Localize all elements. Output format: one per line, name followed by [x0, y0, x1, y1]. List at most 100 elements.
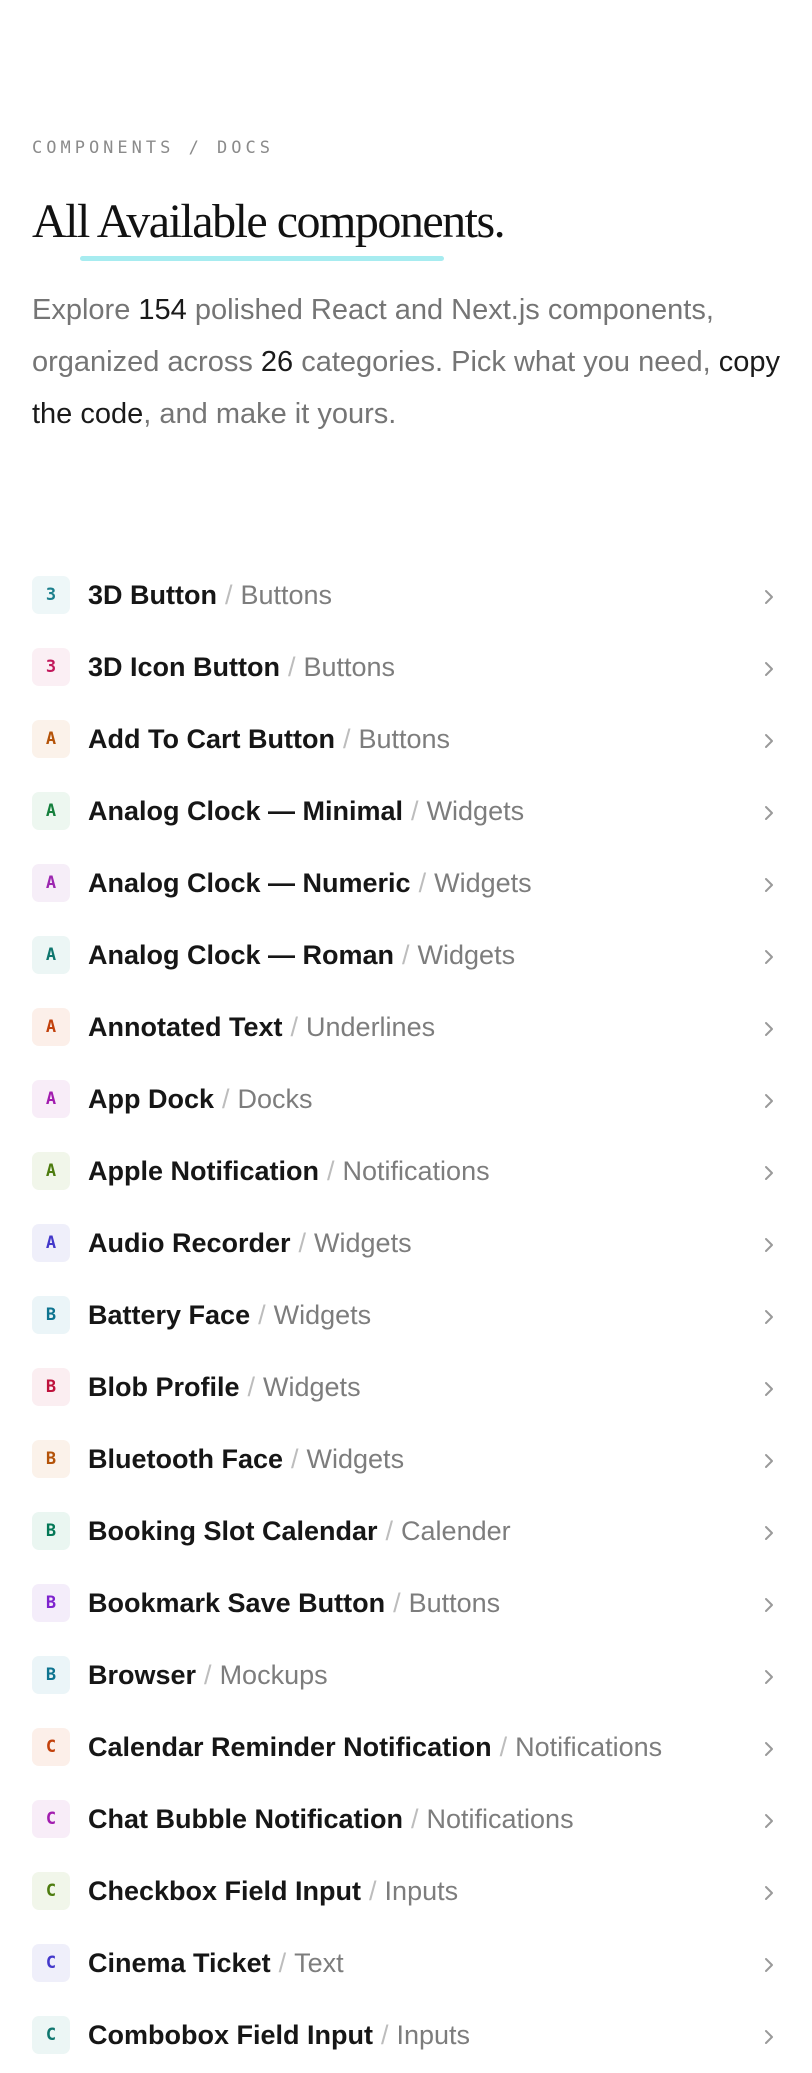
- component-row[interactable]: B Blob Profile / Widgets: [0, 1352, 812, 1424]
- component-name: Bluetooth Face: [88, 1444, 284, 1474]
- title-highlight: [80, 256, 444, 261]
- component-row[interactable]: C Chat Bubble Notification / Notifications: [0, 1784, 812, 1856]
- component-category: Widgets: [273, 1300, 372, 1330]
- component-label: Analog Clock — Minimal / Widgets: [88, 795, 524, 827]
- category-separator: /: [411, 796, 419, 826]
- component-initial-badge: A: [32, 1152, 70, 1190]
- component-row[interactable]: B Battery Face / Widgets: [0, 1280, 812, 1352]
- component-initial-badge: C: [32, 1944, 70, 1982]
- component-name: Checkbox Field Input: [88, 1876, 362, 1906]
- component-row[interactable]: A Analog Clock — Roman / Widgets: [0, 920, 812, 992]
- component-category: Widgets: [306, 1444, 405, 1474]
- component-name: Apple Notification: [88, 1156, 319, 1186]
- component-row[interactable]: 3 3D Icon Button / Buttons: [0, 632, 812, 704]
- intro-text-1: Explore: [32, 294, 139, 326]
- chevron-right-icon: [765, 1238, 773, 1252]
- component-initial-badge: A: [32, 720, 70, 758]
- chevron-right-icon: [765, 1022, 773, 1036]
- component-initial-badge: B: [32, 1440, 70, 1478]
- category-separator: /: [258, 1300, 266, 1330]
- component-label: Analog Clock — Roman / Widgets: [88, 939, 515, 971]
- intro-text-4: , and make it yours.: [143, 398, 397, 430]
- component-row[interactable]: C Calendar Reminder Notification / Notifica…: [0, 1712, 812, 1784]
- component-row[interactable]: C Checkbox Field Input / Inputs: [0, 1856, 812, 1928]
- category-separator: /: [385, 1516, 394, 1546]
- category-separator: /: [291, 1444, 299, 1474]
- component-row[interactable]: A Apple Notification / Notifications: [0, 1136, 812, 1208]
- chevron-right-icon: [765, 1958, 773, 1972]
- component-row[interactable]: C Combobox Field Input / Inputs: [0, 2000, 812, 2072]
- component-name: Analog Clock — Roman: [88, 940, 395, 970]
- chevron-right-icon: [765, 1166, 773, 1180]
- category-separator: /: [204, 1660, 212, 1690]
- component-initial-badge: 3: [32, 648, 70, 686]
- component-row[interactable]: A Add To Cart Button / Buttons: [0, 704, 812, 776]
- component-name: Browser: [88, 1660, 197, 1690]
- component-initial-badge: C: [32, 1872, 70, 1910]
- component-row[interactable]: A App Dock / Docks: [0, 1064, 812, 1136]
- component-category: Widgets: [426, 796, 525, 826]
- chevron-right-icon: [765, 950, 773, 964]
- intro-paragraph: Explore 154 polished React and Next.js c…: [32, 284, 792, 440]
- chevron-right-icon: [765, 662, 773, 676]
- component-row[interactable]: A Audio Recorder / Widgets: [0, 1208, 812, 1280]
- component-row[interactable]: A Annotated Text / Underlines: [0, 992, 812, 1064]
- component-label: Bluetooth Face / Widgets: [88, 1443, 404, 1475]
- breadcrumb: COMPONENTS / DOCS: [32, 138, 274, 158]
- category-separator: /: [298, 1228, 307, 1258]
- component-name: Cinema Ticket: [88, 1948, 271, 1978]
- component-category: Underlines: [306, 1012, 436, 1042]
- component-row[interactable]: B Bookmark Save Button / Buttons: [0, 1568, 812, 1640]
- component-name: Blob Profile: [88, 1372, 240, 1402]
- component-category: Buttons: [303, 652, 396, 682]
- component-category: Inputs: [384, 1876, 459, 1906]
- component-label: Calendar Reminder Notification / Notificat…: [88, 1731, 662, 1763]
- component-label: Chat Bubble Notification / Notifications: [88, 1803, 574, 1835]
- component-row[interactable]: B Booking Slot Calendar / Calender: [0, 1496, 812, 1568]
- component-category: Notifications: [515, 1732, 663, 1762]
- component-name: Battery Face: [88, 1300, 251, 1330]
- component-category: Mockups: [219, 1660, 328, 1690]
- component-initial-badge: B: [32, 1512, 70, 1550]
- docs-page: COMPONENTS / DOCS All Available componen…: [0, 0, 812, 2073]
- component-label: Apple Notification / Notifications: [88, 1155, 490, 1187]
- component-label: Bookmark Save Button / Buttons: [88, 1587, 500, 1619]
- intro-text-3: categories. Pick what you need,: [293, 346, 719, 378]
- component-label: Add To Cart Button / Buttons: [88, 723, 450, 755]
- component-category: Widgets: [417, 940, 516, 970]
- component-row[interactable]: B Browser / Mockups: [0, 1640, 812, 1712]
- chevron-right-icon: [765, 1454, 773, 1468]
- component-initial-badge: A: [32, 1080, 70, 1118]
- chevron-right-icon: [765, 734, 773, 748]
- category-separator: /: [327, 1156, 335, 1186]
- component-category: Widgets: [434, 868, 532, 898]
- component-name: 3D Button: [88, 580, 217, 610]
- category-separator: /: [380, 2020, 389, 2050]
- component-label: App Dock / Docks: [88, 1083, 313, 1115]
- component-category: Inputs: [396, 2020, 471, 2050]
- component-category: Buttons: [358, 724, 451, 754]
- component-row[interactable]: C Cinema Ticket / Text: [0, 1928, 812, 2000]
- component-initial-badge: B: [32, 1656, 70, 1694]
- component-label: Combobox Field Input / Inputs: [88, 2019, 470, 2051]
- component-row[interactable]: B Bluetooth Face / Widgets: [0, 1424, 812, 1496]
- component-name: Annotated Text: [88, 1012, 283, 1042]
- chevron-right-icon: [765, 1526, 773, 1540]
- component-row[interactable]: A Analog Clock — Numeric / Widgets: [0, 848, 812, 920]
- category-separator: /: [402, 940, 410, 970]
- component-label: Blob Profile / Widgets: [88, 1371, 361, 1403]
- component-row[interactable]: A Analog Clock — Minimal / Widgets: [0, 776, 812, 848]
- component-label: Booking Slot Calendar / Calender: [88, 1515, 511, 1547]
- chevron-right-icon: [765, 2030, 773, 2044]
- component-category: Buttons: [408, 1588, 501, 1618]
- category-separator: /: [393, 1588, 401, 1618]
- component-row[interactable]: 3 3D Button / Buttons: [0, 560, 812, 632]
- component-label: Analog Clock — Numeric / Widgets: [88, 867, 532, 899]
- category-separator: /: [410, 1804, 419, 1834]
- chevron-right-icon: [765, 1310, 773, 1324]
- component-name: Chat Bubble Notification: [88, 1804, 403, 1834]
- chevron-right-icon: [765, 1382, 773, 1396]
- category-separator: /: [418, 868, 427, 898]
- component-category: Buttons: [240, 580, 333, 610]
- component-name: Analog Clock — Numeric: [88, 868, 411, 898]
